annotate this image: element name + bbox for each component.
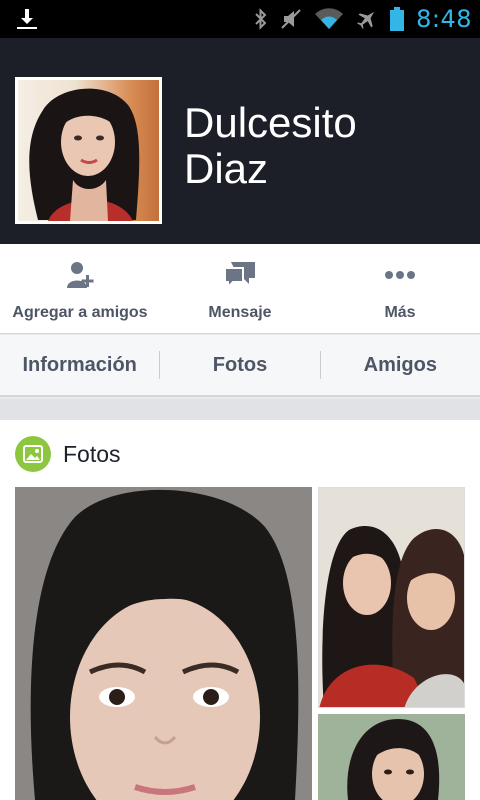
airplane-icon xyxy=(357,11,375,29)
add-friend-icon xyxy=(67,262,94,288)
profile-name-last: Diaz xyxy=(184,145,269,192)
photos-header[interactable]: Fotos xyxy=(15,436,121,472)
status-bar: 8:48 xyxy=(0,0,480,38)
photos-title: Fotos xyxy=(63,440,121,467)
photo-thumbnail[interactable] xyxy=(15,487,312,800)
photo-thumbnail[interactable] xyxy=(318,487,465,708)
photos-section: Fotos xyxy=(0,420,480,800)
message-label: Mensaje xyxy=(208,304,272,321)
profile-photo xyxy=(18,80,159,221)
mute-icon xyxy=(281,9,301,29)
more-label: Más xyxy=(384,304,416,321)
tab-friends[interactable]: Amigos xyxy=(321,354,480,377)
bluetooth-icon xyxy=(255,8,267,30)
add-friend-button[interactable]: Agregar a amigos xyxy=(0,244,160,333)
wifi-icon xyxy=(315,8,344,29)
photo-badge xyxy=(15,436,51,472)
profile-actions: Agregar a amigos Mensaje Más xyxy=(0,244,480,334)
profile-name: Dulcesito Diaz xyxy=(184,100,357,192)
photo-image xyxy=(319,488,464,707)
photo-icon xyxy=(23,445,43,463)
tab-photos[interactable]: Fotos xyxy=(160,354,319,377)
more-button[interactable]: Más xyxy=(320,244,480,333)
message-icon xyxy=(224,262,255,290)
portrait-image xyxy=(29,88,140,221)
photo-image xyxy=(318,714,465,800)
status-icons: 8:48 xyxy=(254,0,472,38)
photo-image xyxy=(15,487,312,800)
profile-header: Dulcesito Diaz xyxy=(0,38,480,244)
profile-tabs: Información Fotos Amigos xyxy=(0,335,480,397)
add-friend-label: Agregar a amigos xyxy=(12,304,148,321)
section-divider xyxy=(0,399,480,420)
profile-name-first: Dulcesito xyxy=(184,99,357,146)
tab-information[interactable]: Información xyxy=(0,354,159,377)
clock: 8:48 xyxy=(416,5,472,33)
message-button[interactable]: Mensaje xyxy=(160,244,320,333)
profile-picture[interactable] xyxy=(15,77,162,224)
photo-thumbnail[interactable] xyxy=(318,714,465,800)
battery-icon xyxy=(390,7,405,31)
download-icon[interactable] xyxy=(16,7,38,31)
more-icon xyxy=(385,271,415,279)
